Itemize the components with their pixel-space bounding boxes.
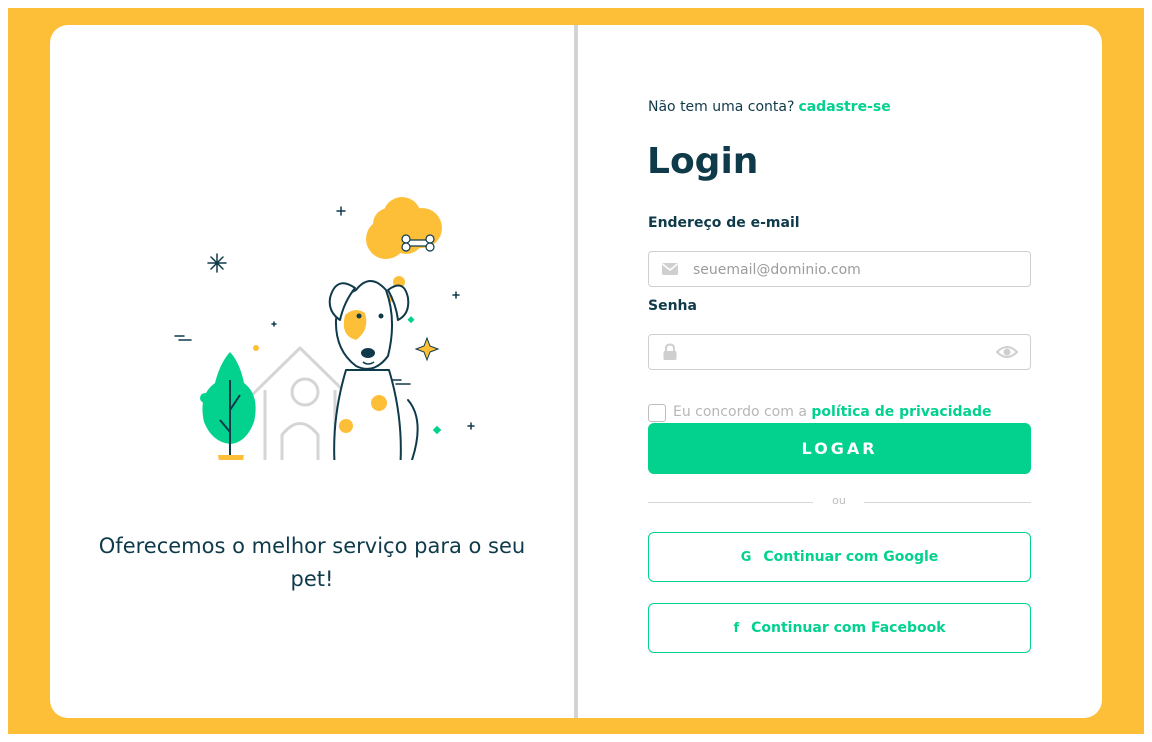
page-frame: Oferecemos o melhor serviço para o seu p… bbox=[8, 8, 1144, 734]
agree-label: Eu concordo com a bbox=[673, 404, 807, 420]
or-separator: ou bbox=[648, 494, 1031, 510]
lock-icon bbox=[661, 343, 679, 365]
email-label: Endereço de e-mail bbox=[648, 215, 800, 231]
separator-line-left bbox=[648, 502, 813, 503]
separator-text: ou bbox=[832, 494, 846, 507]
privacy-agreement-text: Eu concordo com a política de privacidad… bbox=[673, 404, 992, 420]
email-field-wrapper bbox=[648, 251, 1031, 288]
password-input[interactable] bbox=[691, 335, 995, 371]
signup-prompt-text: Não tem uma conta? bbox=[648, 99, 795, 115]
page-title: Login bbox=[647, 141, 759, 182]
dog-illustration bbox=[174, 197, 475, 460]
tagline: Oferecemos o melhor serviço para o seu p… bbox=[98, 534, 526, 591]
right-panel: Não tem uma conta? cadastre-se Login Ende… bbox=[578, 25, 1102, 718]
privacy-policy-link[interactable]: política de privacidade bbox=[811, 404, 991, 420]
login-card: Oferecemos o melhor serviço para o seu p… bbox=[50, 25, 1102, 718]
login-button[interactable]: LOGAR bbox=[648, 423, 1031, 474]
password-label: Senha bbox=[648, 298, 697, 314]
facebook-login-button[interactable]: f Continuar com Facebook bbox=[648, 603, 1031, 653]
facebook-icon: f bbox=[733, 620, 740, 636]
email-input[interactable] bbox=[691, 252, 995, 288]
signup-prompt: Não tem uma conta? cadastre-se bbox=[648, 99, 891, 115]
eye-icon[interactable] bbox=[995, 343, 1019, 365]
signup-link[interactable]: cadastre-se bbox=[798, 99, 890, 115]
facebook-button-label: Continuar com Facebook bbox=[751, 620, 946, 636]
google-login-button[interactable]: G Continuar com Google bbox=[648, 532, 1031, 582]
envelope-icon bbox=[661, 260, 679, 282]
privacy-checkbox[interactable] bbox=[648, 404, 666, 422]
google-button-label: Continuar com Google bbox=[763, 549, 939, 565]
password-field-wrapper bbox=[648, 334, 1031, 371]
left-panel: Oferecemos o melhor serviço para o seu p… bbox=[50, 25, 574, 718]
separator-line-right bbox=[864, 502, 1031, 503]
google-icon: G bbox=[740, 549, 752, 565]
